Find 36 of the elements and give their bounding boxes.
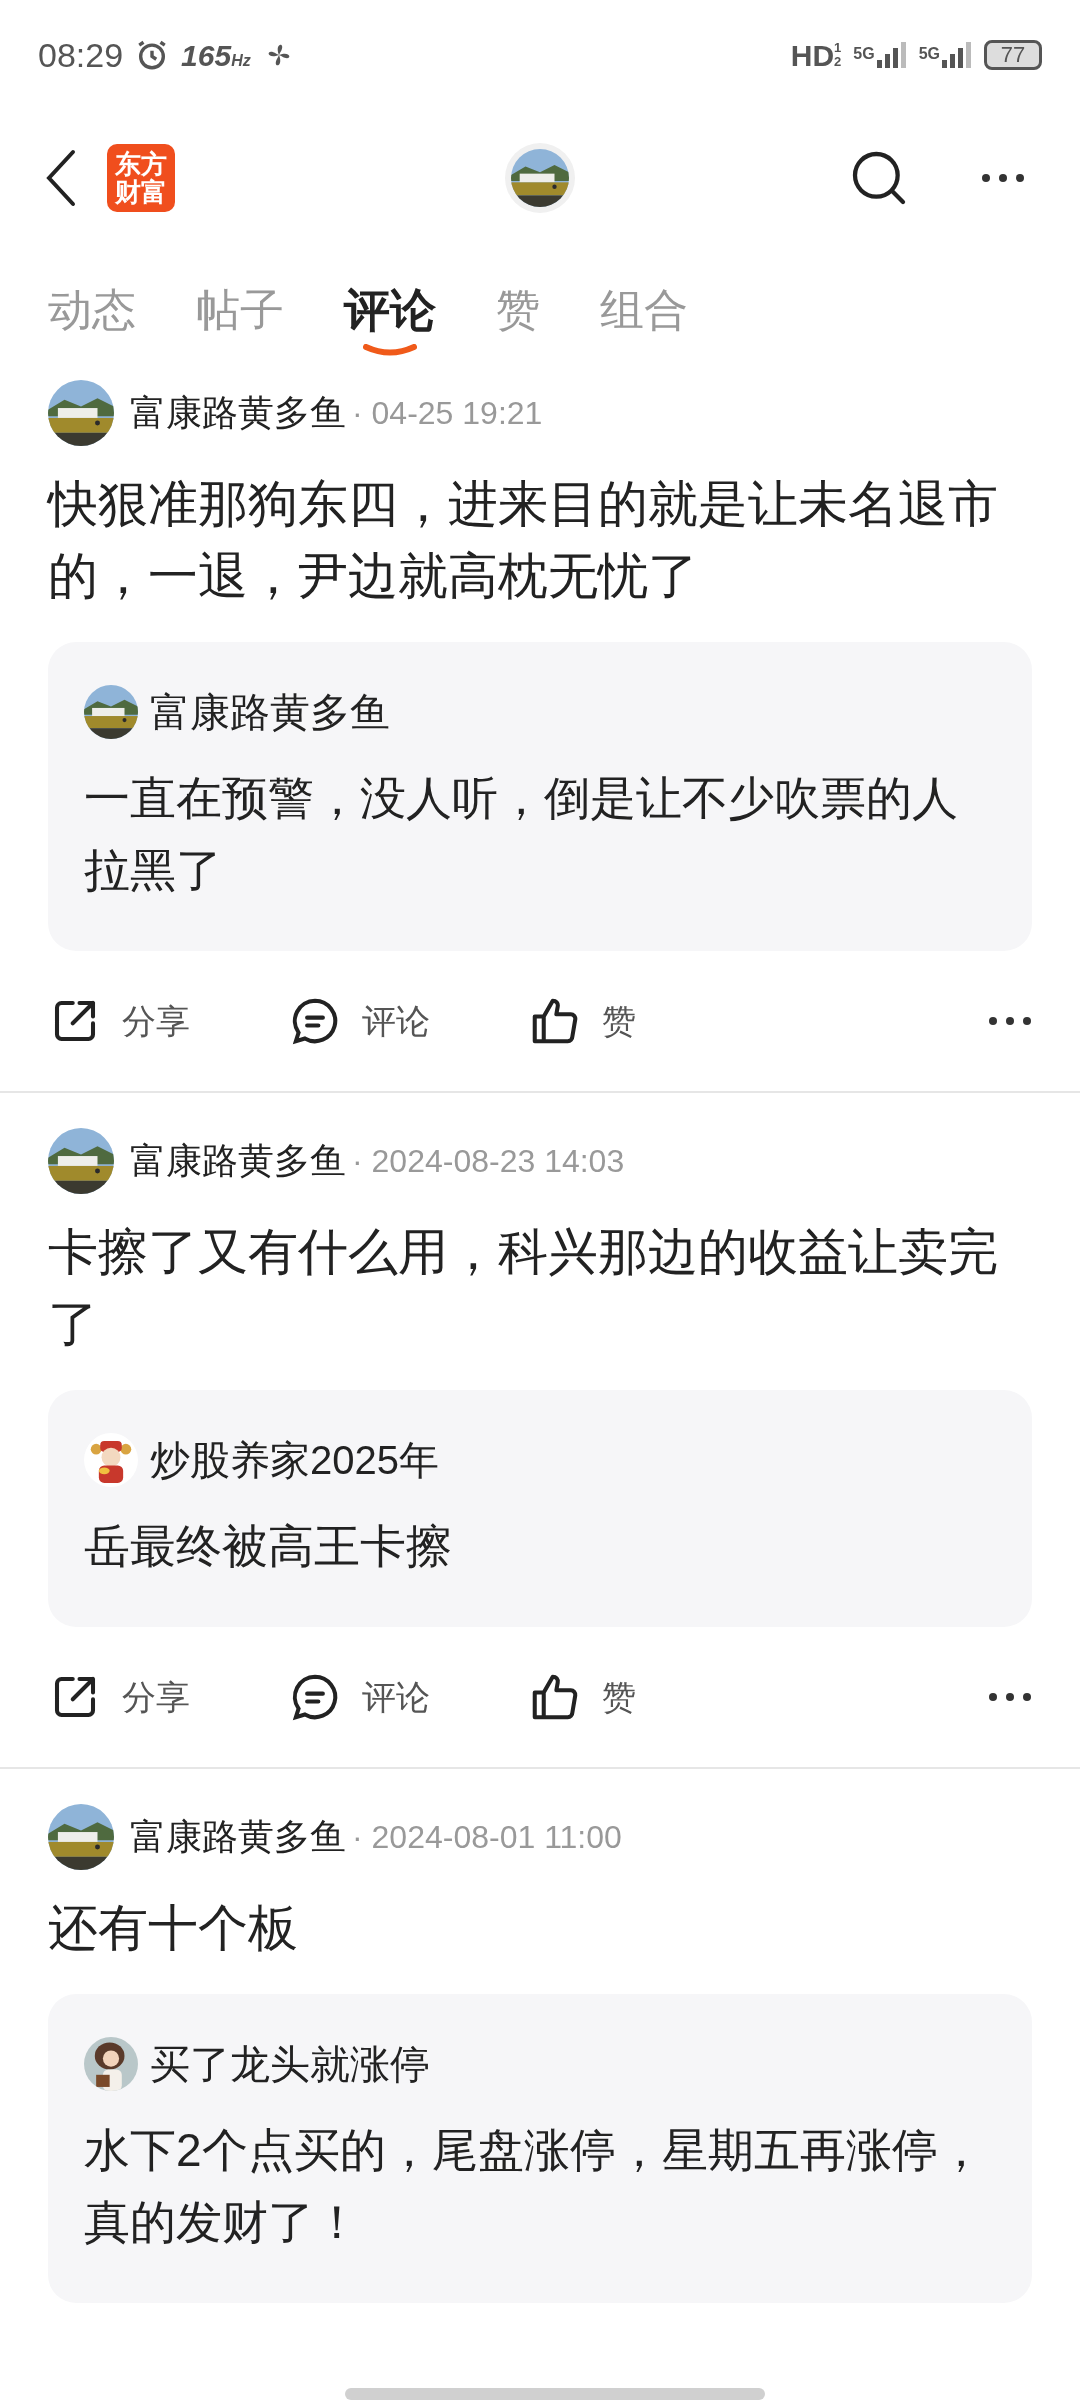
post-time: · 2024-08-01 11:00 <box>352 1818 622 1857</box>
back-icon[interactable] <box>45 148 77 207</box>
action-button[interactable]: 赞 <box>528 1670 768 1724</box>
signal-indicator: 5G <box>918 42 972 68</box>
author-name[interactable]: 富康路黄多鱼 <box>130 386 346 440</box>
post-time: · 04-25 19:21 <box>352 394 543 433</box>
post-time: · 2024-08-23 14:03 <box>352 1142 625 1181</box>
more-icon[interactable] <box>988 1692 1032 1702</box>
signal-indicator: 5G <box>853 42 907 68</box>
action-button[interactable]: 分享 <box>48 1670 288 1724</box>
tab[interactable]: 评论 <box>344 280 436 340</box>
quote-author[interactable]: 富康路黄多鱼 <box>150 682 390 742</box>
action-button[interactable]: 分享 <box>48 994 288 1048</box>
quote-text: 一直在预警，没人听，倒是让不少吹票的人拉黑了 <box>84 771 959 898</box>
quote-author[interactable]: 炒股养家2025年 <box>150 1430 439 1490</box>
quote-author[interactable]: 买了龙头就涨停 <box>150 2034 430 2094</box>
post-text: 还有十个板 <box>48 1899 299 1958</box>
quote-card[interactable]: 富康路黄多鱼 一直在预警，没人听，倒是让不少吹票的人拉黑了 <box>48 642 1032 951</box>
quote-text: 岳最终被高王卡擦 <box>84 1519 453 1574</box>
app-logo: 东方 财富 <box>107 143 175 212</box>
action-button[interactable]: 评论 <box>288 994 528 1048</box>
refresh-rate: 165Hz <box>181 37 251 74</box>
author-name[interactable]: 富康路黄多鱼 <box>130 1134 346 1188</box>
quote-card[interactable]: 买了龙头就涨停 水下2个点买的，尾盘涨停，星期五再涨停，真的发财了！ <box>48 1994 1032 2303</box>
action-button[interactable]: 赞 <box>528 994 768 1048</box>
status-time: 08:29 <box>38 34 124 76</box>
tab-indicator <box>363 344 417 356</box>
action-button[interactable]: 评论 <box>288 1670 528 1724</box>
quote-card[interactable]: 炒股养家2025年 岳最终被高王卡擦 <box>48 1390 1032 1627</box>
author-name[interactable]: 富康路黄多鱼 <box>130 1810 346 1864</box>
more-icon[interactable] <box>981 172 1025 183</box>
post-text: 卡擦了又有什么用，科兴那边的收益让卖完了 <box>48 1223 999 1354</box>
battery-indicator: 77 <box>984 40 1042 70</box>
post-text: 快狠准那狗东四，进来目的就是让未名退市的，一退，尹边就高枕无忧了 <box>48 475 999 606</box>
quote-text: 水下2个点买的，尾盘涨停，星期五再涨停，真的发财了！ <box>84 2123 985 2250</box>
more-icon[interactable] <box>988 1016 1032 1026</box>
